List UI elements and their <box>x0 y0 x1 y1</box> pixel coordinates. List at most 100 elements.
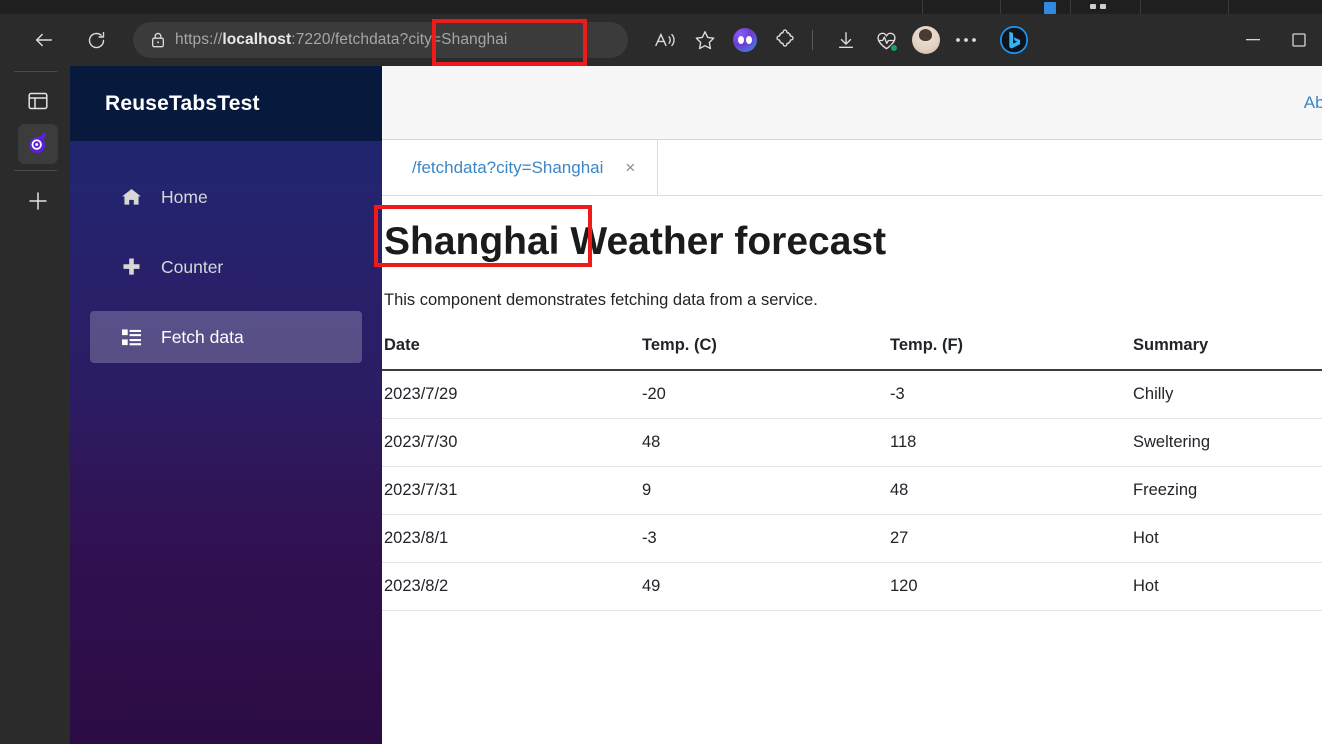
browser-essentials-icon[interactable] <box>869 23 903 57</box>
page-body: Shanghai Weather forecast This component… <box>382 196 1322 611</box>
page-title: Shanghai Weather forecast <box>382 221 1322 263</box>
toolbar-divider <box>812 30 813 50</box>
back-button[interactable] <box>27 23 61 57</box>
cell-temp-f: 27 <box>888 514 1131 563</box>
cell-summary: Sweltering <box>1131 418 1322 467</box>
downloads-icon[interactable] <box>829 23 863 57</box>
cell-temp-c: 49 <box>640 562 888 611</box>
app-brand-title[interactable]: ReuseTabsTest <box>105 92 260 116</box>
rail-divider <box>14 170 57 171</box>
minimize-button[interactable] <box>1230 14 1276 66</box>
cell-date: 2023/7/29 <box>382 369 640 419</box>
browser-tab-reusetabstest[interactable] <box>18 124 58 164</box>
window-controls <box>1230 14 1322 66</box>
home-icon <box>118 187 144 207</box>
cell-summary: Hot <box>1131 514 1322 563</box>
browser-toolbar: https://localhost:7220/fetchdata?city=Sh… <box>0 14 1322 66</box>
copilot-orb-icon[interactable] <box>728 23 762 57</box>
column-header-temp-c: Temp. (C) <box>640 335 888 371</box>
column-header-summary: Summary <box>1131 335 1322 371</box>
extensions-puzzle-icon[interactable] <box>768 23 802 57</box>
maximize-glyph <box>1292 33 1306 47</box>
cell-date: 2023/8/2 <box>382 562 640 611</box>
sidebar-item-label: Fetch data <box>161 326 244 347</box>
cell-summary: Freezing <box>1131 466 1322 515</box>
url-text[interactable]: https://localhost:7220/fetchdata?city=Sh… <box>175 31 507 49</box>
plus-icon <box>118 257 144 278</box>
new-tab-button[interactable] <box>18 181 58 221</box>
minimize-glyph <box>1246 39 1260 41</box>
browser-tabstrip-sliver <box>0 0 1322 14</box>
url-scheme: https:// <box>175 31 223 48</box>
plus-icon <box>29 192 47 210</box>
about-link[interactable]: Abo <box>1304 93 1322 113</box>
cell-date: 2023/8/1 <box>382 514 640 563</box>
tabstrip-blue-chip <box>1044 2 1056 14</box>
app-top-row: Abo <box>382 66 1322 140</box>
tab-actions-icon[interactable] <box>18 81 58 121</box>
bing-logo-glyph <box>999 25 1029 55</box>
cell-temp-c: 48 <box>640 418 888 467</box>
sidebar-item-fetch-data[interactable]: Fetch data <box>90 311 362 363</box>
table-row: 2023/7/31 9 48 Freezing <box>382 466 1322 515</box>
tabstrip-seam <box>1000 0 1001 14</box>
cell-temp-f: 118 <box>888 418 1131 467</box>
maximize-button[interactable] <box>1276 14 1322 66</box>
copilot-eye <box>738 36 744 44</box>
browser-toolbar-actions <box>642 23 1031 57</box>
cell-summary: Chilly <box>1131 369 1322 419</box>
forecast-table: Date Temp. (C) Temp. (F) Summary 2023/7/… <box>382 335 1322 611</box>
url-host: localhost <box>222 31 292 48</box>
blazor-flame-icon <box>29 132 46 154</box>
app-sidebar: ReuseTabsTest Home Counter Fetch data <box>70 66 382 744</box>
house-glyph <box>121 188 141 205</box>
url-path: :7220/fetchdata?city=Shanghai <box>291 31 508 48</box>
profile-avatar-icon[interactable] <box>909 23 943 57</box>
padlock-glyph <box>152 32 164 48</box>
table-header-row: Date Temp. (C) Temp. (F) Summary <box>382 335 1322 371</box>
app-main-column: Abo /fetchdata?city=Shanghai × Shanghai … <box>382 66 1322 744</box>
lock-icon[interactable] <box>145 31 171 49</box>
tabstrip-dash <box>1090 4 1096 9</box>
sidebar-item-home[interactable]: Home <box>90 171 362 223</box>
tabstrip-seam <box>1228 0 1229 14</box>
cell-temp-f: -3 <box>888 369 1131 419</box>
cell-temp-c: -3 <box>640 514 888 563</box>
reuse-tab-fetchdata[interactable]: /fetchdata?city=Shanghai × <box>382 140 659 195</box>
arrow-left-icon <box>35 33 53 47</box>
avatar <box>912 26 940 54</box>
tabstrip-seam <box>1140 0 1141 14</box>
settings-ellipsis-icon[interactable] <box>949 23 983 57</box>
web-page-viewport: ReuseTabsTest Home Counter Fetch data Ab… <box>70 66 1322 744</box>
table-row: 2023/7/30 48 118 Sweltering <box>382 418 1322 467</box>
cell-temp-c: 9 <box>640 466 888 515</box>
column-header-temp-f: Temp. (F) <box>888 335 1131 371</box>
sidebar-item-label: Home <box>161 186 208 207</box>
reload-button[interactable] <box>79 23 113 57</box>
reuse-tab-label: /fetchdata?city=Shanghai <box>412 157 604 177</box>
cell-temp-f: 120 <box>888 562 1131 611</box>
tabstrip-seam <box>1070 0 1071 14</box>
list-icon <box>118 328 144 347</box>
app-brand-bar: ReuseTabsTest <box>70 66 382 141</box>
table-row: 2023/8/2 49 120 Hot <box>382 562 1322 611</box>
tabstrip-dash <box>1100 4 1106 9</box>
tabstrip-seam <box>922 0 923 14</box>
cell-temp-c: -20 <box>640 369 888 419</box>
star-glyph <box>695 31 715 50</box>
address-bar[interactable]: https://localhost:7220/fetchdata?city=Sh… <box>133 22 628 58</box>
cell-summary: Hot <box>1131 562 1322 611</box>
copilot-orb-glyph <box>733 28 757 52</box>
close-icon[interactable]: × <box>625 159 635 176</box>
column-header-date: Date <box>382 335 640 371</box>
refresh-icon <box>88 31 104 48</box>
read-aloud-glyph <box>655 32 675 47</box>
favorite-star-icon[interactable] <box>688 23 722 57</box>
puzzle-glyph <box>776 29 794 47</box>
sidebar-item-counter[interactable]: Counter <box>90 241 362 293</box>
read-aloud-icon[interactable] <box>648 23 682 57</box>
vertical-tab-rail <box>0 66 70 744</box>
bing-b-glyph <box>1000 26 1028 54</box>
cell-date: 2023/7/30 <box>382 418 640 467</box>
bing-chat-icon[interactable] <box>997 23 1031 57</box>
